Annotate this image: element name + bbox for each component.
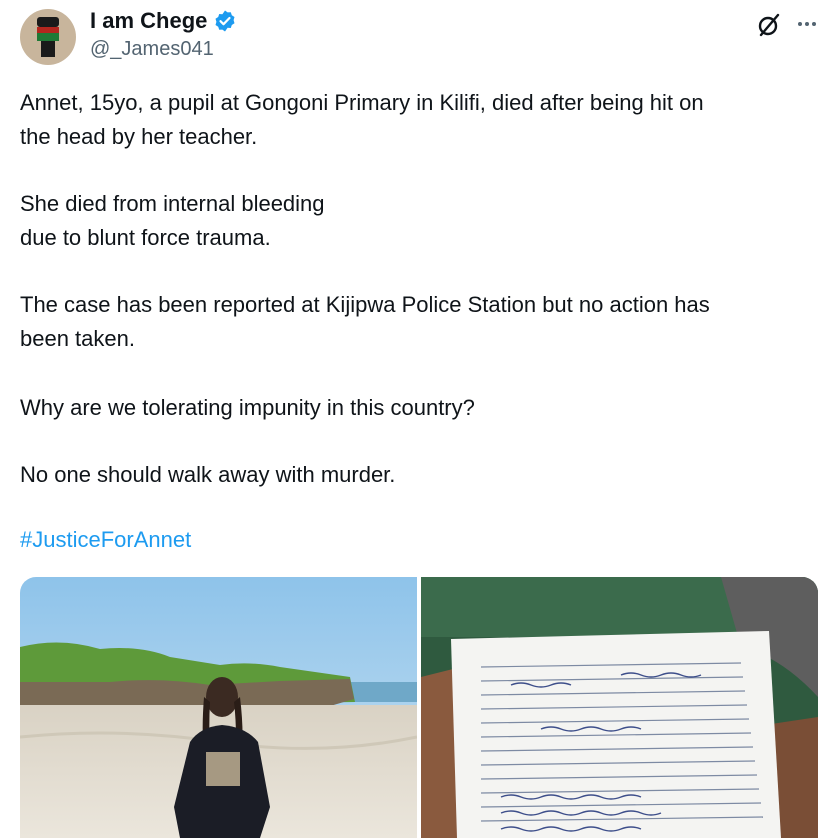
more-options-icon[interactable] <box>796 13 818 35</box>
tweet-paragraph: Why are we tolerating impunity in this c… <box>20 391 475 425</box>
postmortem-form-image <box>421 577 818 838</box>
tweet-paragraph: She died from internal bleeding due to b… <box>20 187 325 255</box>
tweet-line: She died from internal bleeding <box>20 191 325 216</box>
beach-photo[interactable] <box>20 577 417 838</box>
grok-icon[interactable] <box>756 12 782 38</box>
tweet-paragraph: No one should walk away with murder. <box>20 458 395 492</box>
tweet-line: due to blunt force trauma. <box>20 225 271 250</box>
tweet-line: Annet, 15yo, a pupil at Gongoni Primary … <box>20 90 704 115</box>
raised-fist-icon <box>37 17 59 57</box>
postmortem-form-photo[interactable] <box>421 577 818 838</box>
tweet-line: been taken. <box>20 326 135 351</box>
author-name-row: I am Chege <box>90 8 237 34</box>
tweet-paragraph: Annet, 15yo, a pupil at Gongoni Primary … <box>20 86 704 154</box>
author-display-name[interactable]: I am Chege <box>90 8 207 34</box>
avatar[interactable] <box>20 9 76 65</box>
hashtag-link[interactable]: #JusticeForAnnet <box>20 527 191 553</box>
beach-photo-image <box>20 577 417 838</box>
tweet-line: The case has been reported at Kijipwa Po… <box>20 292 710 317</box>
author-handle[interactable]: @_James041 <box>90 38 214 61</box>
tweet-line: Why are we tolerating impunity in this c… <box>20 395 475 420</box>
media-grid <box>20 577 818 838</box>
verified-badge-icon <box>215 10 235 32</box>
tweet-line: the head by her teacher. <box>20 124 258 149</box>
tweet-line: No one should walk away with murder. <box>20 462 396 487</box>
tweet-paragraph: The case has been reported at Kijipwa Po… <box>20 288 710 356</box>
